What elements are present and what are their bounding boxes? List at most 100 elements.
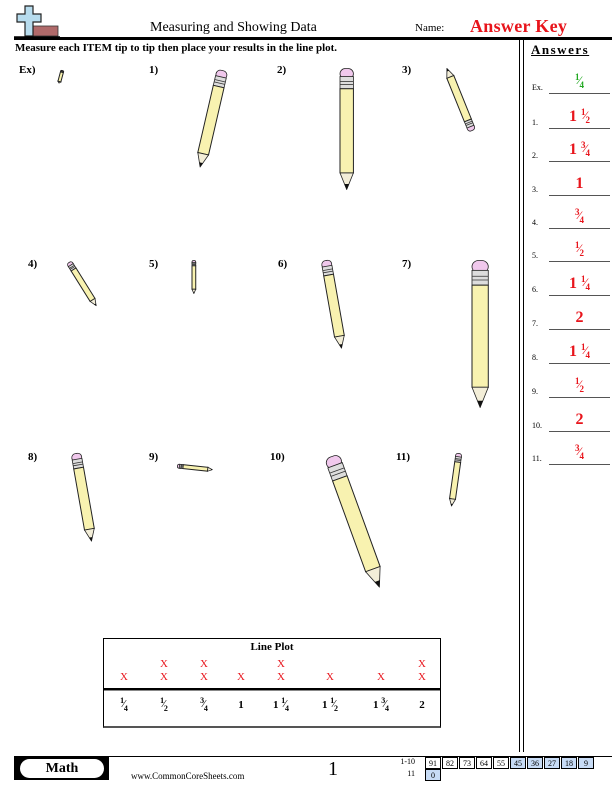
score-cell: 55 (493, 757, 509, 769)
score-cell: 18 (561, 757, 577, 769)
fraction: 3⁄4 (575, 443, 584, 461)
site-link[interactable]: www.CommonCoreSheets.com (131, 771, 244, 781)
fraction: 3⁄4 (200, 696, 208, 713)
line-plot-x-mark: X (418, 671, 426, 683)
whole-number: 2 (419, 699, 425, 711)
answer-value: 3⁄4 (549, 443, 610, 462)
line-plot: Line Plot X 1⁄4 X X 1⁄2 X X 3⁄4 X 1 X X 1 1⁄4 X 1 1⁄2 X… (103, 638, 441, 728)
answer-text: 1⁄4 (574, 72, 584, 90)
score-row-label: 1-10 (400, 757, 415, 766)
answer-column-divider (519, 40, 520, 752)
line-plot-tick-label: 3⁄4 (184, 696, 224, 713)
answer-value: 1 3⁄4 (549, 140, 610, 159)
tick-value: 1 1⁄4 (273, 696, 289, 713)
answer-text: 1 3⁄4 (568, 140, 590, 158)
answer-number: 6. (532, 285, 538, 294)
problem-label: 8) (28, 451, 38, 463)
pencil-icon (191, 260, 197, 294)
page-title: Measuring and Showing Data (150, 20, 317, 35)
denominator: 2 (163, 704, 168, 713)
problem-label: 11) (396, 451, 411, 463)
pencil-body (191, 265, 197, 290)
answer-row: 4. 3⁄4 (532, 205, 610, 229)
answer-value: 3⁄4 (549, 207, 610, 226)
fraction: 1⁄4 (581, 342, 590, 360)
score-row-label: 11 (407, 769, 415, 778)
pencil-body (332, 475, 382, 573)
pencil-icon (56, 69, 64, 84)
numerator: 1 (580, 274, 586, 284)
fraction: 1⁄2 (160, 696, 168, 713)
pencil-body (449, 461, 462, 500)
pencil-icon (446, 67, 476, 132)
tick-value: 3⁄4 (200, 696, 208, 713)
score-cell: 0 (425, 769, 441, 781)
line-plot-tick-label: 1 1⁄4 (261, 696, 301, 713)
tick-value: 1⁄4 (120, 696, 128, 713)
problem-label: 4) (28, 258, 38, 270)
pencil-body (471, 284, 489, 388)
line-plot-axis (104, 688, 440, 691)
fraction: 1⁄4 (281, 696, 289, 713)
answer-row: 1. 1 1⁄2 (532, 105, 610, 129)
answer-number: 7. (532, 319, 538, 328)
line-plot-x-mark: X (277, 671, 285, 683)
answer-line (549, 227, 610, 229)
answer-text: 3⁄4 (575, 207, 584, 225)
pencil-icon (196, 69, 227, 168)
line-plot-x-mark: X (160, 671, 168, 683)
answer-line (549, 328, 610, 330)
whole-number: 1 (568, 108, 581, 125)
line-plot-x-mark: X (377, 671, 385, 683)
fraction: 1⁄4 (580, 274, 591, 292)
pencil-icon (326, 455, 382, 589)
denominator: 4 (384, 704, 389, 713)
tick-value: 1 (238, 699, 244, 711)
answer-value: 1 1⁄4 (549, 342, 610, 361)
denominator: 4 (585, 282, 591, 292)
problem-label: Ex) (19, 64, 36, 76)
answer-text: 1 1⁄4 (569, 342, 590, 360)
pencil-body (56, 71, 64, 83)
answer-value: 1⁄2 (549, 376, 610, 395)
name-value: Answer Key (470, 16, 568, 36)
denominator: 4 (123, 704, 128, 713)
pencil-body (196, 84, 225, 156)
line-plot-tick-label: 1 3⁄4 (361, 696, 401, 713)
answer-row: 6. 1 1⁄4 (532, 272, 610, 296)
line-plot-x-mark: X (326, 671, 334, 683)
pencil-icon (471, 260, 489, 408)
pencil-lead (477, 400, 483, 408)
problem-label: 5) (149, 258, 159, 270)
problem-label: 1) (149, 64, 159, 76)
answer-number: 4. (532, 218, 538, 227)
answer-number: 8. (532, 353, 538, 362)
pencil-tip (333, 334, 345, 350)
problem-label: 9) (149, 451, 159, 463)
answer-text: 1 1⁄2 (568, 107, 590, 125)
pencil-body (182, 464, 209, 472)
score-cell: 36 (527, 757, 543, 769)
score-cell: 45 (510, 757, 526, 769)
whole-number: 2 (575, 411, 584, 428)
answer-text: 3⁄4 (575, 443, 584, 461)
fraction: 1⁄4 (120, 696, 128, 713)
answer-line (549, 396, 610, 398)
numerator: 1 (574, 240, 580, 250)
line-plot-x-mark: X (160, 658, 168, 670)
line-plot-x-mark: X (237, 671, 245, 683)
score-cell: 82 (442, 757, 458, 769)
answer-line (549, 160, 610, 162)
answer-column-divider-inner (523, 40, 524, 752)
numerator: 3 (580, 140, 586, 150)
subject-badge: Math (20, 759, 104, 778)
line-plot-tick-label: 1 (221, 699, 261, 711)
denominator: 4 (203, 704, 208, 713)
pencil-body (339, 88, 355, 174)
numerator: 1 (574, 72, 580, 82)
whole-number: 1 (568, 141, 581, 158)
answer-number: 3. (532, 185, 538, 194)
fraction: 3⁄4 (575, 207, 584, 225)
score-cell: 9 (578, 757, 594, 769)
answer-row: 5. 1⁄2 (532, 238, 610, 262)
